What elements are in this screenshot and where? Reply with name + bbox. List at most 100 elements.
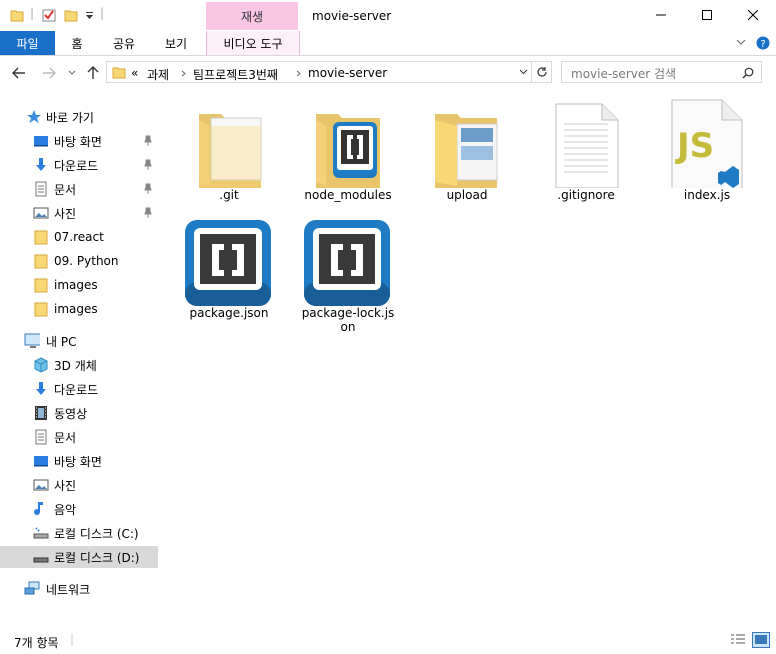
forward-arrow-icon[interactable] (42, 67, 56, 79)
close-icon (748, 10, 758, 20)
download-arrow-icon (36, 382, 46, 395)
file-item[interactable]: .git (181, 98, 277, 202)
breadcrumb-item[interactable]: 과제 (147, 66, 169, 83)
folder-icon (34, 302, 48, 317)
separator: | (70, 632, 75, 646)
file-view: .git node_modules upload .gitignore JS i… (160, 92, 776, 628)
nav-item-videos[interactable]: 동영상 (0, 402, 158, 424)
nav-item-downloads[interactable]: 다운로드 (0, 378, 158, 400)
separator: | (100, 6, 105, 20)
nav-item-desktop[interactable]: 바탕 화면 (0, 130, 158, 152)
minimize-icon (656, 14, 666, 16)
file-name: index.js (683, 188, 731, 202)
text-file-icon (555, 103, 619, 189)
close-button[interactable] (730, 0, 776, 30)
back-arrow-icon[interactable] (12, 67, 26, 79)
nav-this-pc[interactable]: 내 PC (0, 330, 158, 352)
pin-icon[interactable] (143, 159, 153, 171)
nav-quick-access[interactable]: 바로 가기 (0, 106, 158, 128)
tab-share[interactable]: 공유 (102, 31, 146, 55)
js-badge: JS (677, 126, 715, 166)
computer-icon (24, 333, 40, 348)
cube-icon (34, 357, 48, 373)
context-tab-play: 재생 (206, 2, 298, 30)
breadcrumb-overflow[interactable]: « (131, 66, 138, 80)
chevron-down-icon[interactable] (736, 39, 746, 47)
large-icons-view-icon[interactable] (752, 632, 770, 648)
nav-network[interactable]: 네트워크 (0, 578, 158, 600)
search-input[interactable]: movie-server 검색 (561, 61, 762, 83)
brackets-folder-icon (316, 114, 380, 188)
nav-item-documents[interactable]: 문서 (0, 178, 158, 200)
details-view-icon[interactable] (730, 633, 746, 647)
nav-item-folder[interactable]: images (0, 298, 158, 320)
window-title: movie-server (312, 9, 392, 23)
search-placeholder: movie-server 검색 (571, 67, 677, 81)
nav-item-desktop[interactable]: 바탕 화면 (0, 450, 158, 472)
film-icon (35, 406, 47, 420)
file-item[interactable]: package-lock.json (300, 216, 396, 334)
file-item[interactable]: .gitignore (538, 98, 634, 202)
folder-icon (34, 278, 48, 293)
nav-item-folder[interactable]: 09. Python (0, 250, 158, 272)
picture-icon (33, 207, 49, 219)
properties-icon[interactable] (42, 8, 56, 22)
tab-video-tools[interactable]: 비디오 도구 (206, 31, 300, 55)
pin-icon[interactable] (143, 183, 153, 195)
maximize-icon (702, 10, 712, 20)
tab-view[interactable]: 보기 (154, 31, 198, 55)
recent-dropdown-icon[interactable] (68, 70, 76, 76)
music-note-icon (34, 502, 43, 516)
nav-item-downloads[interactable]: 다운로드 (0, 154, 158, 176)
breadcrumb-item[interactable]: 팀프로젝트3번째 (193, 66, 278, 83)
picture-icon (33, 479, 49, 491)
up-arrow-icon[interactable] (87, 66, 99, 80)
brackets-icon (185, 220, 271, 306)
navigation-pane: 바로 가기 바탕 화면 다운로드 문서 사진 07.react 09. Pyth… (0, 98, 160, 628)
help-icon[interactable]: ? (756, 36, 770, 50)
new-folder-icon[interactable] (64, 8, 78, 22)
nav-item-folder[interactable]: images (0, 274, 158, 296)
tab-home[interactable]: 홈 (58, 31, 96, 55)
breadcrumb-item[interactable]: movie-server (308, 66, 387, 80)
refresh-button[interactable] (532, 61, 552, 83)
nav-item-local-disk-d[interactable]: 로컬 디스크 (D:) (0, 546, 158, 568)
tab-file[interactable]: 파일 (0, 31, 55, 55)
refresh-icon (536, 67, 547, 77)
maximize-button[interactable] (684, 0, 730, 30)
nav-item-documents[interactable]: 문서 (0, 426, 158, 448)
nav-item-pictures[interactable]: 사진 (0, 474, 158, 496)
star-icon (27, 110, 41, 123)
brackets-icon (304, 220, 390, 306)
pin-icon[interactable] (143, 135, 153, 147)
chevron-down-icon[interactable] (519, 69, 528, 75)
minimize-button[interactable] (638, 0, 684, 30)
pin-icon[interactable] (143, 207, 153, 219)
nav-item-pictures[interactable]: 사진 (0, 202, 158, 224)
address-bar[interactable]: « 과제 팀프로젝트3번째 movie-server (106, 61, 532, 83)
chevron-right-icon[interactable] (181, 70, 186, 77)
download-arrow-icon (36, 158, 46, 171)
drive-icon (33, 557, 49, 563)
file-item[interactable]: JS index.js (659, 98, 755, 202)
document-icon (35, 181, 47, 197)
customize-dropdown-icon[interactable] (85, 12, 94, 20)
file-item[interactable]: package.json (181, 216, 277, 320)
title-bar: | | 재생 movie-server (0, 0, 776, 32)
file-name: package.json (189, 306, 269, 320)
folder-icon[interactable] (10, 8, 24, 22)
nav-item-3d-objects[interactable]: 3D 개체 (0, 354, 158, 376)
drive-icon (33, 527, 49, 539)
nav-item-folder[interactable]: 07.react (0, 226, 158, 248)
search-icon[interactable] (742, 67, 754, 79)
network-icon (24, 581, 40, 595)
file-name: .gitignore (557, 188, 615, 202)
folder-icon (199, 114, 262, 188)
nav-item-music[interactable]: 음악 (0, 498, 158, 520)
chevron-right-icon[interactable] (296, 70, 301, 77)
file-name: .git (219, 188, 239, 202)
file-name: package-lock.json (301, 306, 395, 334)
file-item[interactable]: node_modules (300, 98, 396, 202)
file-item[interactable]: upload (419, 98, 515, 202)
nav-item-local-disk-c[interactable]: 로컬 디스크 (C:) (0, 522, 158, 544)
